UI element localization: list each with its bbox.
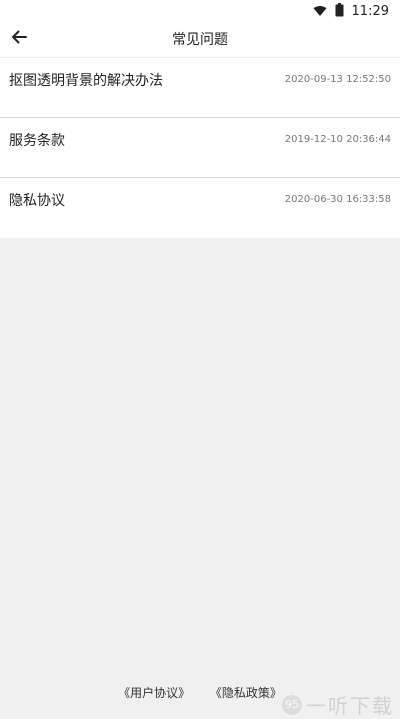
app-bar: 常见问题 — [0, 22, 400, 58]
status-time: 11:29 — [351, 3, 389, 19]
faq-item-date: 2020-09-13 12:52:50 — [284, 74, 391, 85]
faq-item-date: 2020-06-30 16:33:58 — [284, 194, 391, 205]
status-bar: 11:29 — [0, 0, 400, 22]
privacy-policy-link[interactable]: 《隐私政策》 — [210, 684, 282, 701]
faq-item-privacy-agreement[interactable]: 隐私协议 2020-06-30 16:33:58 — [0, 178, 400, 238]
wifi-icon — [313, 2, 327, 21]
faq-item-terms-of-service[interactable]: 服务条款 2019-12-10 20:36:44 — [0, 118, 400, 178]
watermark-logo: 95 — [282, 694, 302, 715]
faq-list: 抠图透明背景的解决办法 2020-09-13 12:52:50 服务条款 201… — [0, 58, 400, 238]
page-title: 常见问题 — [172, 32, 228, 48]
faq-item-title: 抠图透明背景的解决办法 — [9, 73, 163, 89]
watermark: 95 一听下载 — [282, 690, 394, 719]
faq-item-date: 2019-12-10 20:36:44 — [284, 134, 391, 145]
faq-item-transparent-background[interactable]: 抠图透明背景的解决办法 2020-09-13 12:52:50 — [0, 58, 400, 118]
faq-item-title: 服务条款 — [9, 133, 65, 149]
faq-item-title: 隐私协议 — [9, 193, 65, 209]
user-agreement-link[interactable]: 《用户协议》 — [118, 684, 190, 701]
watermark-text: 一听下载 — [306, 694, 394, 718]
battery-icon — [335, 2, 344, 21]
status-icons: 11:29 — [313, 2, 389, 20]
